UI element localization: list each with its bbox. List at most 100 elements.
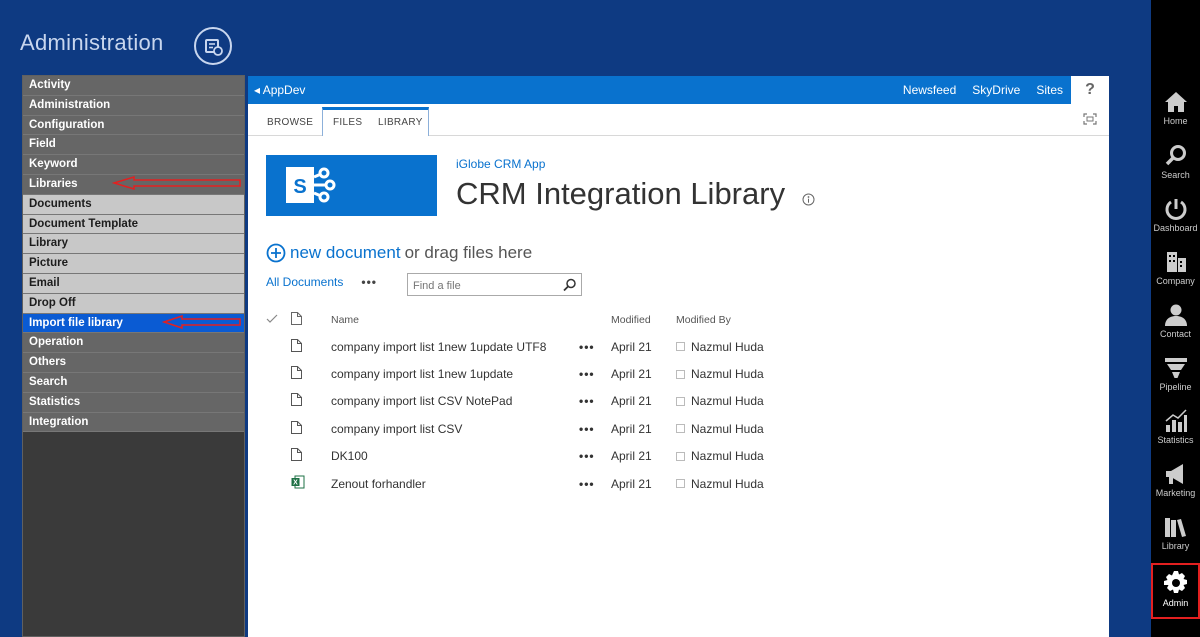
ribbon: BROWSE FILES LIBRARY xyxy=(248,104,1109,136)
menu-item-integration[interactable]: Integration xyxy=(23,412,244,433)
type-column-header[interactable] xyxy=(291,307,331,333)
info-icon[interactable] xyxy=(802,193,815,206)
site-link[interactable]: ◂ AppDev xyxy=(254,83,305,97)
modified-by-name[interactable]: Nazmul Huda xyxy=(691,449,764,463)
table-row[interactable]: company import list 1new 1update UTF8 •••… xyxy=(266,333,796,360)
menu-item-search[interactable]: Search xyxy=(23,372,244,393)
menu-item-configuration[interactable]: Configuration xyxy=(23,115,244,136)
row-checkbox[interactable] xyxy=(266,443,291,470)
view-more-button[interactable]: ••• xyxy=(361,275,377,289)
nav-search[interactable]: Search xyxy=(1151,144,1200,180)
menu-item-field[interactable]: Field xyxy=(23,135,244,156)
modified-date: April 21 xyxy=(611,421,652,436)
table-row[interactable]: company import list CSV ••• April 21 Nazmul… xyxy=(266,415,796,442)
menu-item-keyword[interactable]: Keyword xyxy=(23,155,244,175)
modified-by-name[interactable]: Nazmul Huda xyxy=(691,340,764,354)
right-navigation: Home Search Dashboard Company Contact Pipelin… xyxy=(1151,0,1200,637)
annotation-arrow-import xyxy=(162,315,241,329)
table-row[interactable]: X Zenout forhandler ••• April 21 Nazmul Huda xyxy=(266,470,796,497)
nav-company[interactable]: Company xyxy=(1151,250,1200,286)
focus-content-icon[interactable] xyxy=(1083,113,1097,125)
row-menu-button[interactable]: ••• xyxy=(579,388,611,415)
menu-item-administration[interactable]: Administration xyxy=(23,95,244,116)
file-icon xyxy=(291,333,331,360)
menu-item-picture[interactable]: Picture xyxy=(23,254,244,274)
tab-library[interactable]: LIBRARY xyxy=(378,110,423,136)
new-document-link[interactable]: new document xyxy=(290,243,401,263)
search-icon[interactable] xyxy=(563,278,577,292)
nav-pipeline[interactable]: Pipeline xyxy=(1151,356,1200,392)
file-icon xyxy=(291,415,331,442)
nav-contact[interactable]: Contact xyxy=(1151,303,1200,339)
modified-date: April 21 xyxy=(611,394,652,409)
find-file-search[interactable] xyxy=(407,273,582,296)
name-column-header[interactable]: Name xyxy=(331,307,579,333)
menu-item-operation[interactable]: Operation xyxy=(23,333,244,354)
menu-item-email[interactable]: Email xyxy=(23,273,244,294)
menu-item-statistics[interactable]: Statistics xyxy=(23,392,244,413)
row-checkbox[interactable] xyxy=(266,333,291,360)
modified-by-cell: Nazmul Huda xyxy=(676,360,796,387)
menu-item-library[interactable]: Library xyxy=(23,234,244,255)
row-checkbox[interactable] xyxy=(266,360,291,387)
menu-item-document-template[interactable]: Document Template xyxy=(23,214,244,235)
modified-column-header[interactable]: Modified xyxy=(611,307,676,333)
suite-bar: ◂ AppDev Newsfeed SkyDrive Sites ? xyxy=(248,76,1109,104)
document-name-link[interactable]: DK100 xyxy=(331,443,579,470)
modified-by-cell: Nazmul Huda xyxy=(676,443,796,470)
menu-item-drop-off[interactable]: Drop Off xyxy=(23,293,244,314)
tab-browse[interactable]: BROWSE xyxy=(267,110,313,136)
table-row[interactable]: DK100 ••• April 21 Nazmul Huda xyxy=(266,443,796,470)
modified-by-cell: Nazmul Huda xyxy=(676,415,796,442)
find-file-input[interactable] xyxy=(408,276,556,296)
nav-admin[interactable]: Admin xyxy=(1151,563,1200,619)
sharepoint-logo: S xyxy=(266,155,437,216)
home-icon xyxy=(1151,90,1200,114)
modified-by-name[interactable]: Nazmul Huda xyxy=(691,367,764,381)
tab-files[interactable]: FILES xyxy=(333,110,362,136)
table-row[interactable]: company import list CSV NotePad ••• April … xyxy=(266,388,796,415)
modified-by-column-header[interactable]: Modified By xyxy=(676,307,796,333)
menu-item-activity[interactable]: Activity xyxy=(23,76,244,96)
plus-circle-icon[interactable] xyxy=(266,243,286,263)
row-menu-button[interactable]: ••• xyxy=(579,360,611,387)
modified-by-name[interactable]: Nazmul Huda xyxy=(691,477,764,491)
select-all-checkbox[interactable] xyxy=(266,307,291,333)
nav-library[interactable]: Library xyxy=(1151,515,1200,551)
library-icon xyxy=(1151,515,1200,539)
nav-marketing[interactable]: Marketing xyxy=(1151,462,1200,498)
document-name-link[interactable]: Zenout forhandler xyxy=(331,470,579,497)
svg-text:S: S xyxy=(293,176,306,198)
nav-skydrive[interactable]: SkyDrive xyxy=(972,83,1020,97)
row-checkbox[interactable] xyxy=(266,415,291,442)
menu-item-documents[interactable]: Documents xyxy=(23,194,244,215)
document-name-link[interactable]: company import list CSV NotePad xyxy=(331,388,579,415)
modified-by-name[interactable]: Nazmul Huda xyxy=(691,394,764,408)
presence-indicator xyxy=(676,424,685,434)
admin-settings-icon[interactable] xyxy=(194,27,232,65)
modified-by-cell: Nazmul Huda xyxy=(676,388,796,415)
help-button[interactable]: ? xyxy=(1071,76,1109,104)
row-menu-button[interactable]: ••• xyxy=(579,333,611,360)
document-name-link[interactable]: company import list CSV xyxy=(331,415,579,442)
all-documents-view[interactable]: All Documents xyxy=(266,275,343,289)
menu-item-others[interactable]: Others xyxy=(23,353,244,373)
marketing-icon xyxy=(1151,462,1200,486)
nav-dashboard[interactable]: Dashboard xyxy=(1151,197,1200,233)
row-menu-button[interactable]: ••• xyxy=(579,415,611,442)
nav-newsfeed[interactable]: Newsfeed xyxy=(903,83,956,97)
document-name-link[interactable]: company import list 1new 1update xyxy=(331,360,579,387)
row-checkbox[interactable] xyxy=(266,388,291,415)
app-name-link[interactable]: iGlobe CRM App xyxy=(456,157,545,171)
nav-statistics[interactable]: Statistics xyxy=(1151,409,1200,445)
table-row[interactable]: company import list 1new 1update ••• April… xyxy=(266,360,796,387)
library-title: CRM Integration Library xyxy=(456,176,786,211)
row-checkbox[interactable] xyxy=(266,470,291,497)
sharepoint-library-panel: ◂ AppDev Newsfeed SkyDrive Sites ? BROWS… xyxy=(248,76,1109,637)
modified-by-name[interactable]: Nazmul Huda xyxy=(691,422,764,436)
nav-home[interactable]: Home xyxy=(1151,90,1200,126)
document-name-link[interactable]: company import list 1new 1update UTF8 xyxy=(331,333,579,360)
nav-sites[interactable]: Sites xyxy=(1036,83,1063,97)
row-menu-button[interactable]: ••• xyxy=(579,470,611,497)
row-menu-button[interactable]: ••• xyxy=(579,443,611,470)
